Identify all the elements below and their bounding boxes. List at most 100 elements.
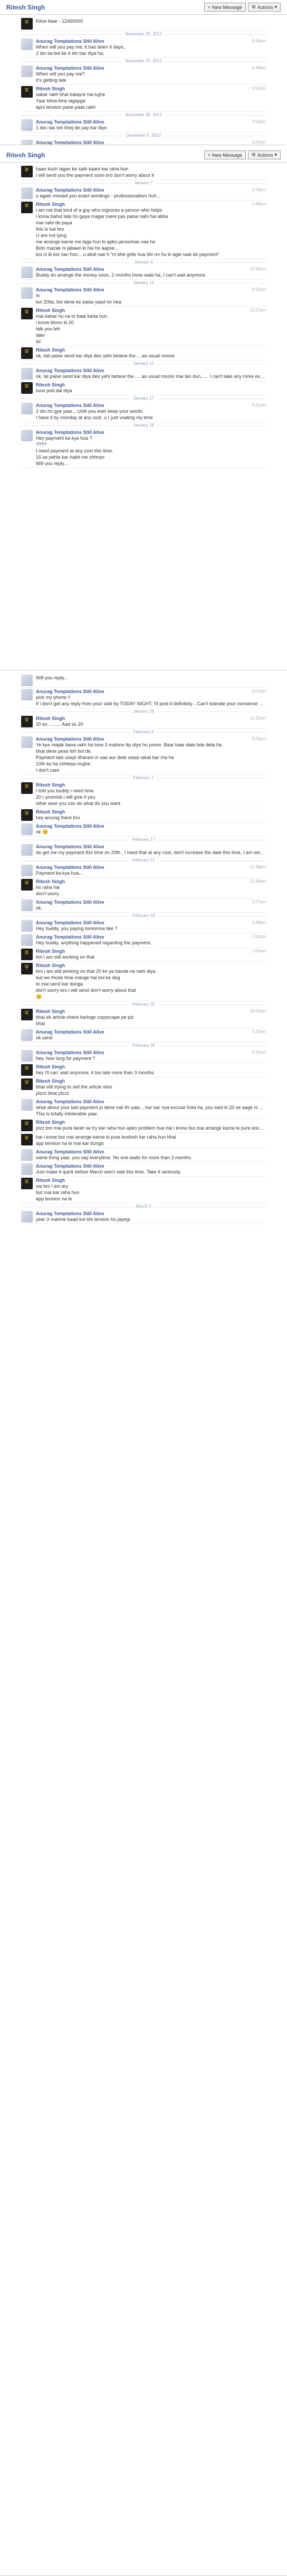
avatar[interactable] bbox=[21, 39, 33, 50]
conversation-title[interactable]: Ritesh Singh bbox=[6, 4, 45, 11]
conversation-title[interactable]: Ritesh Singh bbox=[6, 151, 45, 159]
avatar[interactable] bbox=[21, 1029, 33, 1041]
sender-name[interactable]: Anurag Temptations Still Alive bbox=[36, 119, 104, 125]
sender-name[interactable]: Anurag Temptations Still Alive bbox=[36, 287, 104, 292]
avatar[interactable] bbox=[21, 1009, 33, 1020]
avatar[interactable] bbox=[21, 430, 33, 441]
sender-name[interactable]: Anurag Temptations Still Alive bbox=[36, 39, 104, 44]
avatar[interactable] bbox=[21, 1099, 33, 1111]
message-meta: Ritesh Singh 11:20pm bbox=[36, 716, 266, 721]
message-time: 8:31pm bbox=[252, 403, 266, 408]
avatar[interactable] bbox=[21, 920, 33, 932]
message-text: talk you teh bbox=[36, 326, 61, 332]
message-text: but mai kar raha hun bbox=[36, 1190, 80, 1195]
sender-name[interactable]: Anurag Temptations Still Alive bbox=[36, 1163, 104, 1169]
sender-name[interactable]: Ritesh Singh bbox=[36, 716, 65, 721]
avatar[interactable] bbox=[21, 865, 33, 876]
avatar[interactable] bbox=[21, 166, 33, 177]
avatar[interactable] bbox=[21, 403, 33, 414]
avatar[interactable] bbox=[21, 119, 33, 131]
new-message-button[interactable]: + New Message bbox=[204, 3, 246, 12]
sender-name[interactable]: Ritesh Singh bbox=[36, 949, 65, 954]
avatar[interactable] bbox=[21, 1078, 33, 1090]
sender-name[interactable]: Ritesh Singh bbox=[36, 809, 65, 815]
sender-name[interactable]: Anurag Temptations Still Alive bbox=[36, 267, 104, 272]
avatar[interactable] bbox=[21, 368, 33, 380]
sender-name[interactable]: Ritesh Singh bbox=[36, 879, 65, 884]
sender-name[interactable]: Anurag Temptations Still Alive bbox=[36, 1149, 104, 1154]
sender-name[interactable]: Ritesh Singh bbox=[36, 1064, 65, 1069]
avatar[interactable] bbox=[21, 716, 33, 727]
sender-name[interactable]: Ritesh Singh bbox=[36, 347, 65, 353]
avatar[interactable] bbox=[21, 382, 33, 394]
avatar[interactable] bbox=[21, 1163, 33, 1175]
avatar[interactable] bbox=[21, 675, 33, 686]
sender-name[interactable]: Anurag Temptations Still Alive bbox=[36, 844, 104, 849]
sender-name[interactable]: Anurag Temptations Still Alive bbox=[36, 403, 104, 408]
actions-button[interactable]: ⚙ Actions ▾ bbox=[247, 150, 281, 159]
sender-name[interactable]: Anurag Temptations Still Alive bbox=[36, 1050, 104, 1055]
sender-name[interactable]: Anurag Temptations Still Alive bbox=[36, 430, 104, 435]
sender-name[interactable]: Anurag Temptations Still Alive bbox=[36, 689, 104, 694]
avatar[interactable] bbox=[21, 267, 33, 278]
sender-name[interactable]: Anurag Temptations Still Alive bbox=[36, 368, 104, 373]
sender-name[interactable]: Anurag Temptations Still Alive bbox=[36, 187, 104, 193]
sender-name[interactable]: Ritesh Singh bbox=[36, 202, 65, 207]
avatar[interactable] bbox=[21, 689, 33, 700]
avatar[interactable] bbox=[21, 140, 33, 145]
sender-name[interactable]: Anurag Temptations Still Alive bbox=[36, 899, 104, 905]
sender-name[interactable]: Ritesh Singh bbox=[36, 382, 65, 387]
sender-name[interactable]: Anurag Temptations Still Alive bbox=[36, 934, 104, 940]
avatar[interactable] bbox=[21, 934, 33, 946]
avatar[interactable] bbox=[21, 1178, 33, 1189]
avatar[interactable] bbox=[21, 347, 33, 359]
avatar[interactable] bbox=[21, 1120, 33, 1131]
sender-name[interactable]: Ritesh Singh bbox=[36, 963, 65, 968]
sender-name[interactable]: Anurag Temptations Still Alive bbox=[36, 1029, 104, 1035]
avatar[interactable] bbox=[21, 1211, 33, 1223]
sender-name[interactable]: Ritesh Singh bbox=[36, 1178, 65, 1183]
avatar[interactable] bbox=[21, 844, 33, 856]
sender-name[interactable]: Anurag Temptations Still Alive bbox=[36, 65, 104, 71]
avatar[interactable] bbox=[21, 1064, 33, 1076]
avatar[interactable] bbox=[21, 1134, 33, 1145]
sender-name[interactable]: Ritesh Singh bbox=[36, 86, 65, 91]
message-text: hm i am still working on that bbox=[36, 954, 95, 960]
sender-name[interactable]: Anurag Temptations Still Alive bbox=[36, 865, 104, 870]
avatar[interactable] bbox=[21, 1149, 33, 1161]
sender-name[interactable]: Anurag Temptations Still Alive bbox=[36, 1099, 104, 1104]
new-message-button[interactable]: + New Message bbox=[204, 150, 246, 159]
sender-name[interactable]: Anurag Temptations Still Alive bbox=[36, 736, 104, 742]
avatar[interactable] bbox=[21, 86, 33, 98]
avatar[interactable] bbox=[21, 949, 33, 960]
message-meta: Anurag Temptations Still Alive 3:37pm bbox=[36, 1029, 266, 1035]
avatar[interactable] bbox=[21, 879, 33, 891]
avatar[interactable] bbox=[21, 287, 33, 299]
avatar[interactable] bbox=[21, 202, 33, 213]
avatar[interactable] bbox=[21, 782, 33, 794]
avatar[interactable] bbox=[21, 308, 33, 319]
sender-name[interactable]: Ritesh Singh bbox=[36, 1078, 65, 1084]
message-row: Ritesh Singh 5:52pm sabar rakh bhai batayr… bbox=[21, 85, 266, 112]
sender-name[interactable]: Ritesh Singh bbox=[36, 782, 65, 788]
sender-name[interactable]: Anurag Temptations Still Alive bbox=[36, 920, 104, 925]
sender-name[interactable]: Anurag Temptations Still Alive bbox=[36, 1211, 104, 1216]
message-row: Ritesh Singh 10:55am bhai ek article check… bbox=[21, 1008, 266, 1028]
sender-name[interactable]: Anurag Temptations Still Alive bbox=[36, 140, 104, 145]
avatar[interactable] bbox=[21, 18, 33, 30]
date-separator: January 28 bbox=[21, 708, 266, 715]
avatar[interactable] bbox=[21, 899, 33, 911]
avatar[interactable] bbox=[21, 823, 33, 835]
sender-name[interactable]: Anurag Temptations Still Alive bbox=[36, 823, 104, 829]
sender-name[interactable]: Ritesh Singh bbox=[36, 1120, 65, 1125]
avatar[interactable] bbox=[21, 809, 33, 821]
avatar[interactable] bbox=[21, 187, 33, 199]
sender-name[interactable]: Ritesh Singh bbox=[36, 308, 65, 313]
sender-name[interactable]: Ritesh Singh bbox=[36, 1009, 65, 1014]
avatar[interactable] bbox=[21, 65, 33, 77]
avatar[interactable] bbox=[21, 736, 33, 748]
avatar[interactable] bbox=[21, 1050, 33, 1062]
avatar[interactable] bbox=[21, 963, 33, 974]
actions-button[interactable]: ⚙ Actions ▾ bbox=[247, 3, 281, 12]
message-text: koi ni ib koi nan hon... u abdi nae h "m… bbox=[36, 252, 219, 257]
